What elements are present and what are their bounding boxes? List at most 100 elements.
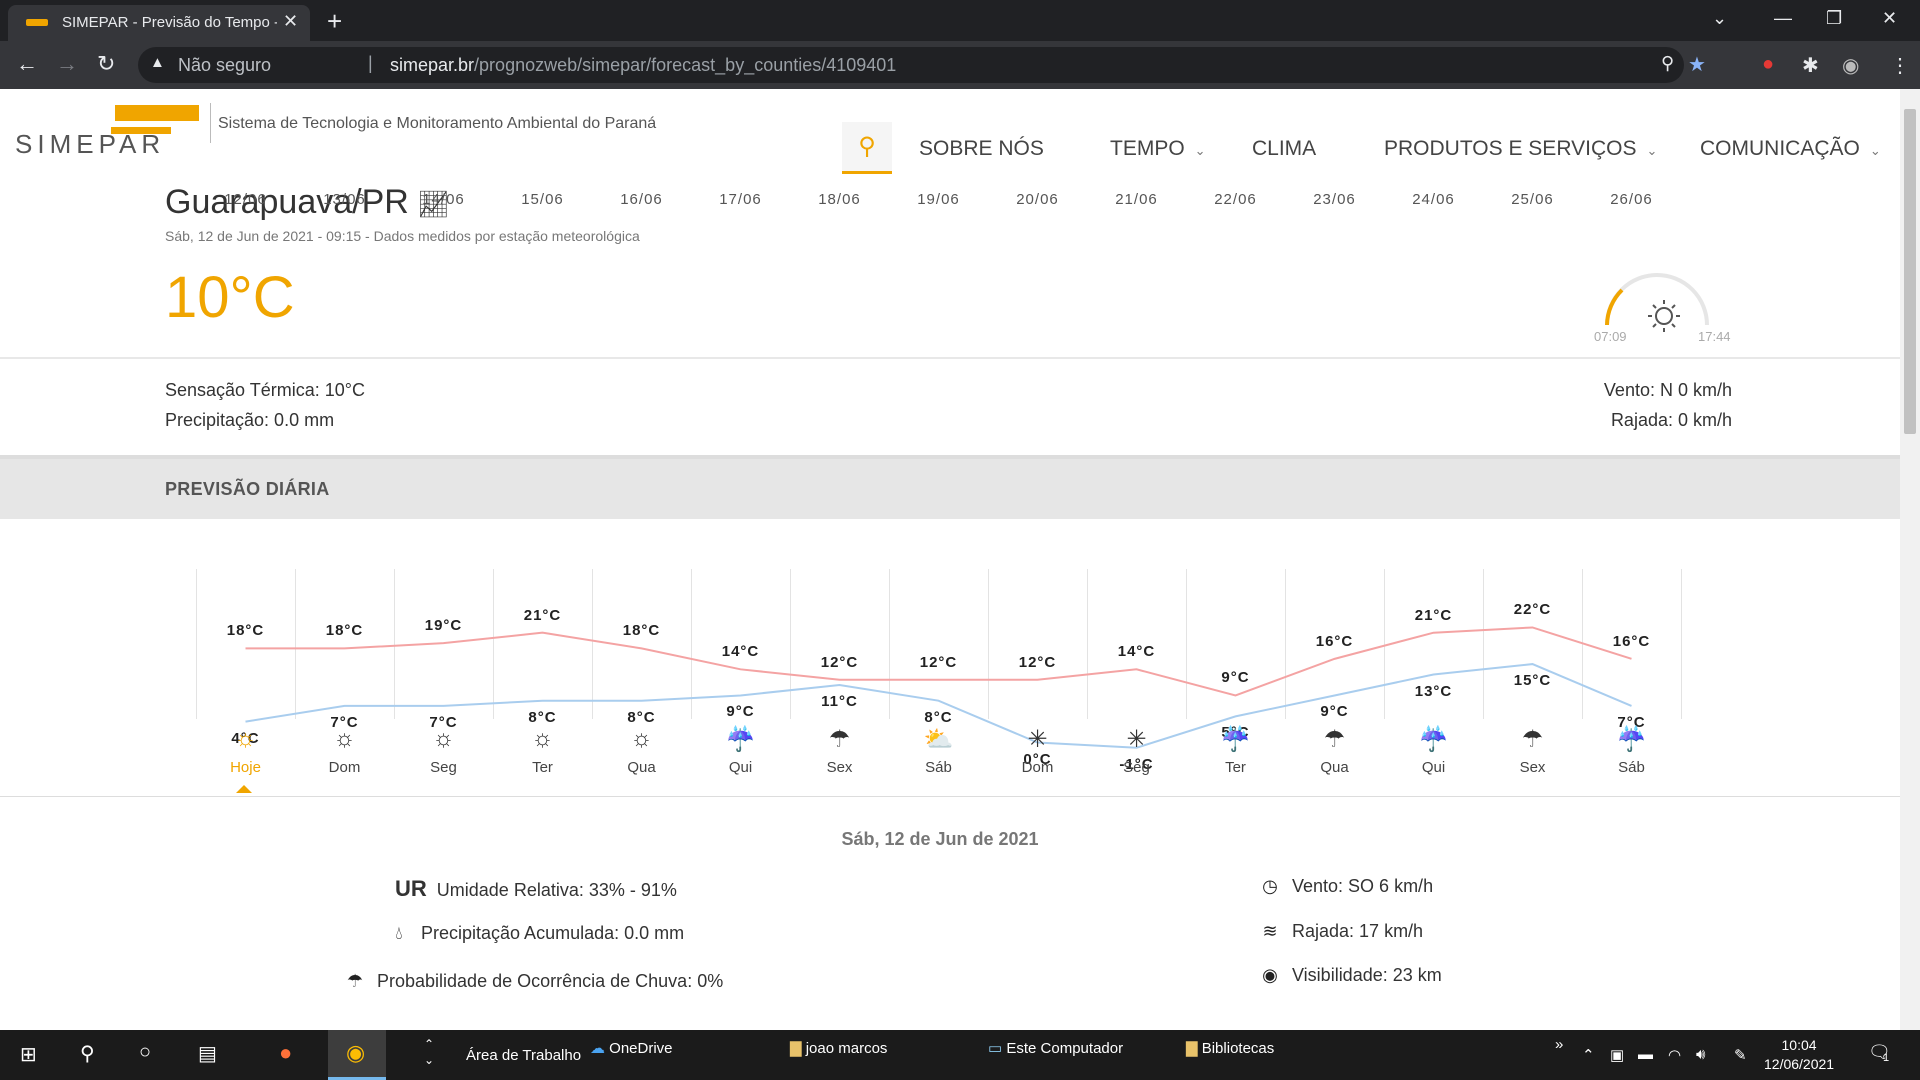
wind-detail: ◷ Vento: SO 6 km/h <box>1254 876 1433 897</box>
url-domain: simepar.br <box>390 55 475 75</box>
bookmark-star-icon[interactable]: ★ <box>1688 52 1706 77</box>
forecast-day-label[interactable]: Ter <box>493 759 592 776</box>
address-bar[interactable]: ▲ Não seguro | simepar.br/prognozweb/sim… <box>138 47 1706 83</box>
rain-icon[interactable]: ☂ <box>790 725 889 754</box>
warning-icon[interactable]: ▲ <box>150 54 165 71</box>
forecast-day-label[interactable]: Qui <box>1384 759 1483 776</box>
sun-icon[interactable]: ☼ <box>493 725 592 753</box>
max-temp-label: 16°C <box>1315 632 1354 650</box>
reload-icon[interactable]: ↻ <box>97 51 115 77</box>
humidity-detail: UR Umidade Relativa: 33% - 91% <box>395 876 677 902</box>
forecast-day-label[interactable]: Dom <box>988 759 1087 776</box>
max-temp-label: 14°C <box>1117 643 1156 661</box>
tab-title: SIMEPAR - Previsão do Tempo - G <box>62 14 277 31</box>
chrome-icon: ◉ <box>346 1040 366 1065</box>
sun-icon[interactable]: ☼ <box>295 725 394 753</box>
rain-icon[interactable]: ☂ <box>1285 725 1384 754</box>
rain-sun-icon[interactable]: ☔ <box>1582 725 1681 754</box>
taskbar-desktop[interactable]: Área de Trabalho <box>466 1047 581 1064</box>
forecast-day-label[interactable]: Sáb <box>1582 759 1681 776</box>
max-temp-label: 16°C <box>1612 632 1651 650</box>
taskbar-libraries[interactable]: ▇ Bibliotecas <box>1186 1039 1274 1057</box>
taskbar-user-folder[interactable]: ▇ joao marcos <box>790 1039 887 1057</box>
computer-label: Este Computador <box>1006 1040 1124 1057</box>
start-windows-icon[interactable]: ⊞ <box>20 1042 37 1067</box>
profile-avatar-icon[interactable]: ◉ <box>1842 53 1859 78</box>
forecast-day-label[interactable]: Qui <box>691 759 790 776</box>
system-clock[interactable]: 10:04 12/06/2021 <box>1764 1036 1834 1074</box>
new-tab-icon[interactable]: + <box>327 6 342 37</box>
forecast-day-label[interactable]: Dom <box>295 759 394 776</box>
forecast-date-label: 12/06 <box>224 191 267 208</box>
sun-icon[interactable]: ☼ <box>592 725 691 753</box>
wind-text: Vento: SO 6 km/h <box>1292 876 1434 896</box>
forecast-day-label[interactable]: Qua <box>592 759 691 776</box>
scrollbar-thumb[interactable] <box>1904 109 1916 434</box>
minimize-icon[interactable]: — <box>1774 8 1792 29</box>
forecast-day-label[interactable]: Ter <box>1186 759 1285 776</box>
browser-tab[interactable]: SIMEPAR - Previsão do Tempo - G ✕ <box>8 5 310 41</box>
cortana-icon[interactable]: ○ <box>139 1041 151 1064</box>
min-temp-label: 8°C <box>924 708 953 726</box>
restore-icon[interactable]: ❐ <box>1826 8 1842 29</box>
forecast-day-label[interactable]: Hoje <box>196 759 295 776</box>
moon-clear-icon[interactable]: ✳ <box>1087 725 1186 754</box>
rain-icon[interactable]: ☂ <box>1483 725 1582 754</box>
max-temp-label: 9°C <box>1221 669 1250 687</box>
max-temp-label: 19°C <box>424 617 463 635</box>
battery-icon[interactable]: ▬ <box>1638 1046 1653 1063</box>
tray-device-icon[interactable]: ▣ <box>1610 1046 1624 1064</box>
compass-icon: ◷ <box>1262 876 1278 896</box>
cloud-sun-icon[interactable]: ⛅ <box>889 725 988 754</box>
forecast-day-label[interactable]: Qua <box>1285 759 1384 776</box>
toolbar-scroll-icon[interactable]: ⌃ ⌄ <box>424 1036 434 1068</box>
clock-date: 12/06/2021 <box>1764 1056 1835 1072</box>
search-icon[interactable]: ⚲ <box>80 1041 95 1066</box>
forward-icon[interactable]: → <box>56 51 78 77</box>
tray-chevron-up-icon[interactable]: ⌃ <box>1582 1046 1595 1064</box>
forecast-day-label[interactable]: Sáb <box>889 759 988 776</box>
tab-search-icon[interactable]: ⌄ <box>1712 8 1727 29</box>
tray-overflow-icon[interactable]: » <box>1555 1036 1563 1053</box>
close-tab-icon[interactable]: ✕ <box>283 11 298 32</box>
close-window-icon[interactable]: ✕ <box>1882 8 1897 29</box>
forecast-day-label[interactable]: Seg <box>1087 759 1186 776</box>
pen-icon[interactable]: ✎ <box>1734 1046 1747 1064</box>
back-icon[interactable]: ← <box>16 51 38 77</box>
chrome-taskbar-button[interactable]: ◉ <box>328 1030 386 1080</box>
task-view-icon[interactable]: ▤ <box>198 1041 217 1066</box>
rain-sun-icon[interactable]: ☔ <box>1186 725 1285 754</box>
rain-prob-text: Probabilidade de Ocorrência de Chuva: 0% <box>377 971 724 991</box>
onedrive-label: OneDrive <box>609 1040 673 1057</box>
rain-sun-icon[interactable]: ☔ <box>691 725 790 754</box>
firefox-icon[interactable]: ● <box>279 1040 292 1066</box>
forecast-day-label[interactable]: Sex <box>790 759 889 776</box>
taskbar-computer[interactable]: ▭ Este Computador <box>988 1039 1123 1057</box>
sun-icon[interactable]: ☼ <box>196 725 295 753</box>
detail-date: Sáb, 12 de Jun de 2021 <box>841 829 1039 849</box>
wifi-icon[interactable]: ◠ <box>1668 1046 1681 1064</box>
max-temp-label: 21°C <box>523 606 562 624</box>
extension-red-icon[interactable]: ● <box>1762 53 1774 76</box>
min-temp-label: 8°C <box>627 708 656 726</box>
favicon-icon <box>26 19 48 26</box>
menu-kebab-icon[interactable]: ⋮ <box>1890 53 1910 78</box>
url-text[interactable]: simepar.br/prognozweb/simepar/forecast_b… <box>390 55 896 76</box>
max-temp-label: 21°C <box>1414 606 1453 624</box>
umbrella-icon: ☂ <box>346 971 364 991</box>
forecast-date-label: 20/06 <box>1016 191 1059 208</box>
forecast-day-label[interactable]: Seg <box>394 759 493 776</box>
page-scrollbar[interactable] <box>1900 89 1920 1030</box>
volume-icon[interactable]: 🔊︎ <box>1696 1046 1705 1063</box>
moon-clear-icon[interactable]: ✳ <box>988 725 1087 754</box>
extensions-puzzle-icon[interactable]: ✱ <box>1802 53 1819 78</box>
rain-sun-icon[interactable]: ☔ <box>1384 725 1483 754</box>
forecast-day-label[interactable]: Sex <box>1483 759 1582 776</box>
insecure-label[interactable]: Não seguro <box>178 55 271 76</box>
browser-tab-bar: SIMEPAR - Previsão do Tempo - G ✕ + ⌄ — … <box>0 0 1920 41</box>
taskbar-onedrive[interactable]: ☁ OneDrive <box>590 1039 673 1057</box>
sun-icon[interactable]: ☼ <box>394 725 493 753</box>
precip-detail: 💧︎ Precipitação Acumulada: 0.0 mm <box>383 923 684 944</box>
zoom-icon[interactable]: ⚲ <box>1661 53 1674 74</box>
forecast-date-label: 25/06 <box>1511 191 1554 208</box>
